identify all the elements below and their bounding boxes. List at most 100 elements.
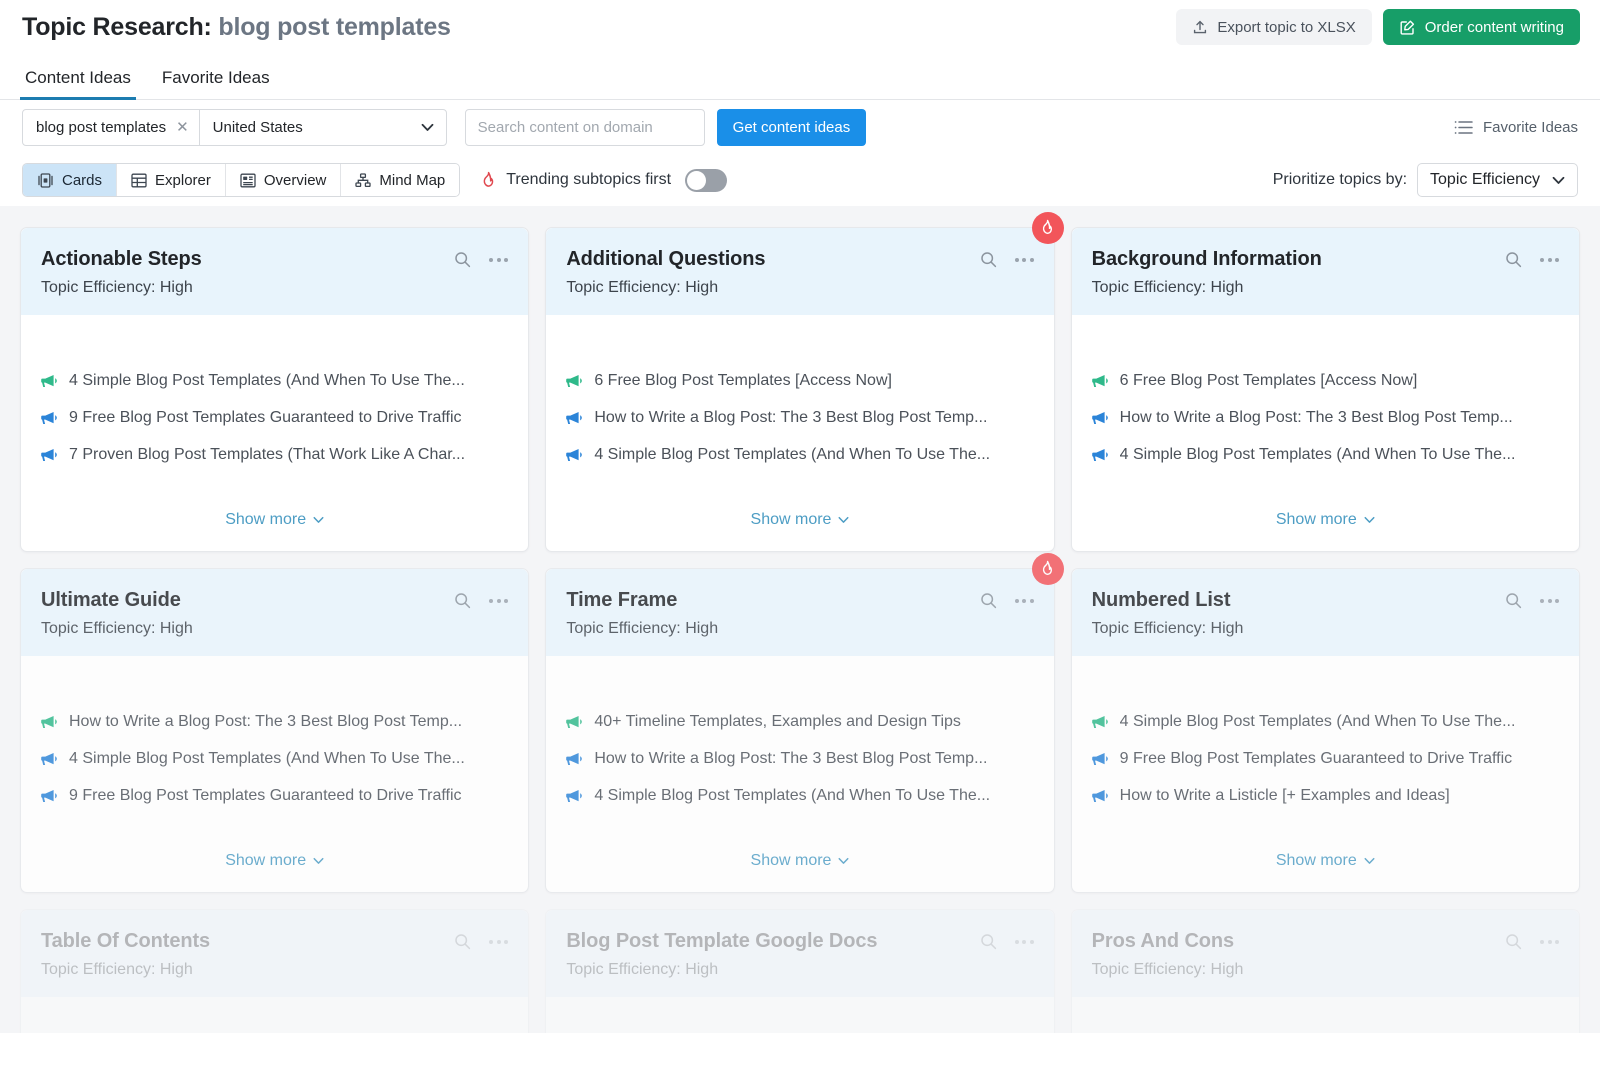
- show-more-label: Show more: [1276, 511, 1357, 529]
- country-select[interactable]: United States: [200, 110, 446, 145]
- content-idea-item[interactable]: 6 Free Blog Post Templates [Access Now]: [1092, 362, 1559, 399]
- keyword-chip[interactable]: blog post templates ✕: [23, 110, 199, 145]
- view-mode-overview[interactable]: Overview: [226, 164, 342, 196]
- show-more-button[interactable]: Show more: [1072, 473, 1579, 551]
- search-icon[interactable]: [454, 251, 471, 268]
- card-title: Actionable Steps: [41, 248, 202, 270]
- card-title: Blog Post Template Google Docs: [566, 930, 877, 952]
- megaphone-icon: [566, 448, 583, 462]
- card-header: Blog Post Template Google DocsTopic Effi…: [546, 910, 1053, 997]
- content-idea-title: How to Write a Blog Post: The 3 Best Blo…: [594, 750, 987, 768]
- more-options-icon[interactable]: [1540, 258, 1559, 262]
- show-more-button[interactable]: Show more: [546, 814, 1053, 892]
- view-mode-cards[interactable]: Cards: [23, 164, 117, 196]
- content-idea-item[interactable]: 9 Free Blog Post Templates Guaranteed to…: [41, 777, 508, 814]
- megaphone-icon: [566, 789, 583, 803]
- topic-card[interactable]: Numbered ListTopic Efficiency: High4 Sim…: [1071, 568, 1580, 893]
- view-mode-explorer[interactable]: Explorer: [117, 164, 226, 196]
- more-options-icon[interactable]: [1015, 258, 1034, 262]
- content-idea-item[interactable]: 4 Simple Blog Post Templates (And When T…: [566, 436, 1033, 473]
- more-options-icon[interactable]: [489, 599, 508, 603]
- content-idea-item[interactable]: 7 Proven Blog Post Templates (That Work …: [41, 436, 508, 473]
- card-body: [1072, 997, 1579, 1033]
- card-title: Time Frame: [566, 589, 677, 611]
- export-topic-label: Export topic to XLSX: [1217, 19, 1355, 36]
- topic-card[interactable]: Table Of ContentsTopic Efficiency: High: [20, 909, 529, 1033]
- topic-card[interactable]: Pros And ConsTopic Efficiency: High: [1071, 909, 1580, 1033]
- megaphone-icon: [1092, 789, 1109, 803]
- content-idea-item[interactable]: How to Write a Blog Post: The 3 Best Blo…: [41, 703, 508, 740]
- show-more-label: Show more: [225, 511, 306, 529]
- tab-content-ideas[interactable]: Content Ideas: [22, 68, 134, 99]
- more-options-icon[interactable]: [1540, 940, 1559, 944]
- content-idea-item[interactable]: 4 Simple Blog Post Templates (And When T…: [1092, 703, 1559, 740]
- search-icon[interactable]: [1505, 592, 1522, 609]
- card-topic-efficiency: Topic Efficiency: High: [41, 279, 508, 297]
- more-options-icon[interactable]: [1540, 599, 1559, 603]
- content-idea-title: 4 Simple Blog Post Templates (And When T…: [69, 750, 465, 768]
- search-icon[interactable]: [454, 933, 471, 950]
- content-idea-item[interactable]: 4 Simple Blog Post Templates (And When T…: [41, 362, 508, 399]
- content-idea-item[interactable]: How to Write a Blog Post: The 3 Best Blo…: [1092, 399, 1559, 436]
- content-idea-item[interactable]: 9 Free Blog Post Templates Guaranteed to…: [1092, 740, 1559, 777]
- more-options-icon[interactable]: [1015, 940, 1034, 944]
- show-more-button[interactable]: Show more: [1072, 814, 1579, 892]
- topic-card[interactable]: Ultimate GuideTopic Efficiency: HighHow …: [20, 568, 529, 893]
- filter-bar: blog post templates ✕ United States Get …: [0, 100, 1600, 154]
- order-content-writing-button[interactable]: Order content writing: [1383, 9, 1580, 45]
- get-content-ideas-button[interactable]: Get content ideas: [717, 109, 867, 146]
- search-icon[interactable]: [980, 592, 997, 609]
- chevron-down-icon: [838, 516, 849, 524]
- topic-card[interactable]: Time FrameTopic Efficiency: High40+ Time…: [545, 568, 1054, 893]
- search-icon[interactable]: [1505, 251, 1522, 268]
- topic-card[interactable]: Background InformationTopic Efficiency: …: [1071, 227, 1580, 552]
- view-mode-mind-map[interactable]: Mind Map: [341, 164, 459, 196]
- chevron-down-icon: [1364, 857, 1375, 865]
- content-idea-item[interactable]: 40+ Timeline Templates, Examples and Des…: [566, 703, 1033, 740]
- mindmap-icon: [355, 173, 371, 188]
- page-title: Topic Research: blog post templates: [22, 13, 451, 42]
- show-more-button[interactable]: Show more: [21, 814, 528, 892]
- search-icon[interactable]: [1505, 933, 1522, 950]
- show-more-button[interactable]: Show more: [546, 473, 1053, 551]
- topic-card[interactable]: Additional QuestionsTopic Efficiency: Hi…: [545, 227, 1054, 552]
- content-idea-item[interactable]: How to Write a Listicle [+ Examples and …: [1092, 777, 1559, 814]
- card-title: Pros And Cons: [1092, 930, 1234, 952]
- search-content-on-domain-input[interactable]: [465, 109, 705, 146]
- more-options-icon[interactable]: [489, 258, 508, 262]
- content-idea-item[interactable]: How to Write a Blog Post: The 3 Best Blo…: [566, 740, 1033, 777]
- trending-badge: [1032, 553, 1064, 585]
- list-icon: [1454, 120, 1473, 135]
- clear-keyword-icon[interactable]: ✕: [176, 120, 189, 135]
- prioritize-label: Prioritize topics by:: [1273, 171, 1407, 189]
- content-idea-title: 7 Proven Blog Post Templates (That Work …: [69, 446, 465, 464]
- content-idea-item[interactable]: 9 Free Blog Post Templates Guaranteed to…: [41, 399, 508, 436]
- trending-subtopics-label: Trending subtopics first: [506, 171, 671, 189]
- cards-scroll-area[interactable]: Actionable Steps Topic Efficiency: High 4 …: [0, 206, 1600, 1033]
- show-more-label: Show more: [751, 852, 832, 870]
- prioritize-select[interactable]: Topic Efficiency: [1417, 163, 1578, 197]
- search-icon[interactable]: [980, 251, 997, 268]
- megaphone-icon: [1092, 411, 1109, 425]
- tab-favorite-ideas[interactable]: Favorite Ideas: [159, 68, 273, 99]
- trending-subtopics-toggle[interactable]: [685, 169, 727, 192]
- upload-icon: [1192, 19, 1208, 35]
- search-icon[interactable]: [454, 592, 471, 609]
- more-options-icon[interactable]: [1015, 599, 1034, 603]
- table-icon: [131, 173, 147, 188]
- trending-badge: [1032, 212, 1064, 244]
- search-icon[interactable]: [980, 933, 997, 950]
- topic-card[interactable]: Blog Post Template Google DocsTopic Effi…: [545, 909, 1054, 1033]
- content-idea-item[interactable]: 6 Free Blog Post Templates [Access Now]: [566, 362, 1033, 399]
- content-idea-item[interactable]: 4 Simple Blog Post Templates (And When T…: [1092, 436, 1559, 473]
- favorite-ideas-link[interactable]: Favorite Ideas: [1454, 119, 1578, 136]
- topic-card[interactable]: Actionable Steps Topic Efficiency: High 4 …: [20, 227, 529, 552]
- export-topic-button[interactable]: Export topic to XLSX: [1176, 9, 1371, 45]
- content-idea-item[interactable]: 4 Simple Blog Post Templates (And When T…: [41, 740, 508, 777]
- content-idea-title: 4 Simple Blog Post Templates (And When T…: [1120, 446, 1516, 464]
- show-more-button[interactable]: Show more: [21, 473, 528, 551]
- card-topic-efficiency: Topic Efficiency: High: [41, 620, 508, 638]
- content-idea-item[interactable]: How to Write a Blog Post: The 3 Best Blo…: [566, 399, 1033, 436]
- more-options-icon[interactable]: [489, 940, 508, 944]
- content-idea-item[interactable]: 4 Simple Blog Post Templates (And When T…: [566, 777, 1033, 814]
